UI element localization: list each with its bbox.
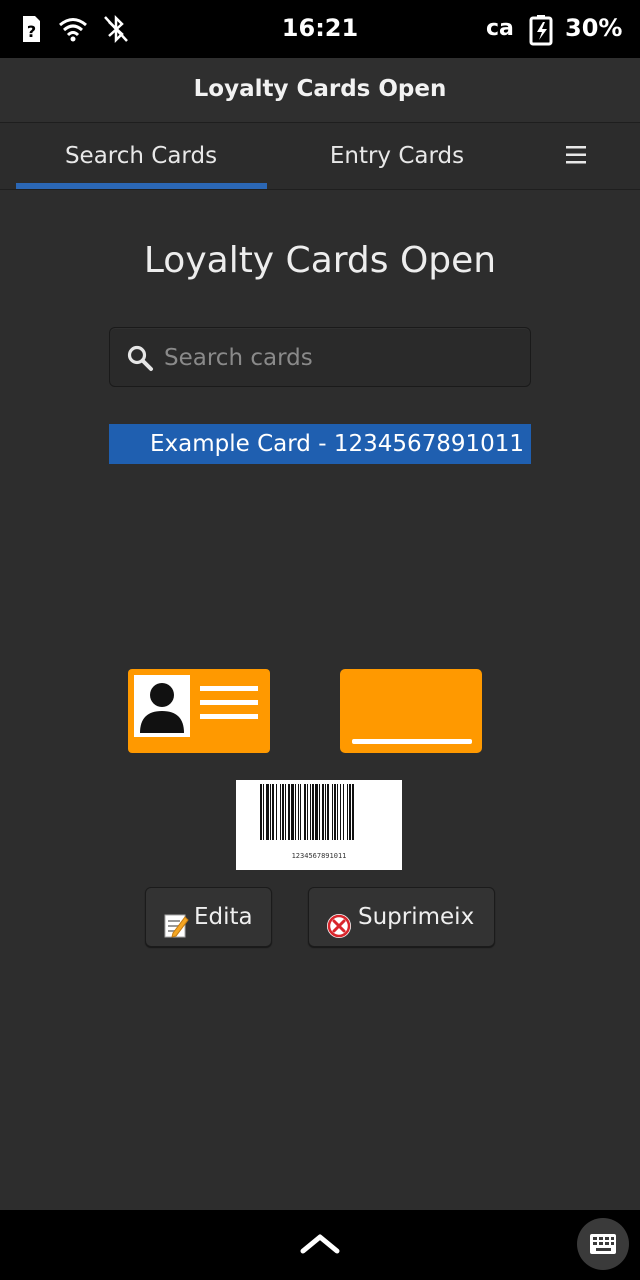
card-holder-image <box>128 669 270 753</box>
search-field[interactable] <box>109 327 531 388</box>
barcode-bar <box>276 784 277 840</box>
memo-icon <box>163 903 189 961</box>
barcode-bar <box>260 784 262 840</box>
bottom-bar <box>0 1210 640 1280</box>
barcode-bar <box>300 784 301 840</box>
tab-entry-cards[interactable]: Entry Cards <box>266 123 528 189</box>
search-input[interactable] <box>162 328 526 388</box>
page-title: Loyalty Cards Open <box>143 240 497 281</box>
tab-search-cards[interactable]: Search Cards <box>16 123 266 189</box>
tab-bar: Search Cards Entry Cards <box>0 123 640 190</box>
barcode-bar <box>304 784 306 840</box>
barcode-bar <box>280 784 281 840</box>
window-title: Loyalty Cards Open <box>0 58 640 123</box>
delete-button[interactable]: Suprimeix <box>308 887 495 947</box>
status-bar: ? 16:21 ca 30% <box>0 0 640 58</box>
barcode-bar <box>307 784 308 840</box>
keyboard-icon <box>590 1234 616 1254</box>
edit-button[interactable]: Edita <box>145 887 272 947</box>
search-cards-page: Loyalty Cards Open Example Card - 123456… <box>0 190 640 1210</box>
app-window: Loyalty Cards Open Search Cards Entry Ca… <box>0 58 640 1210</box>
barcode-bar <box>266 784 269 840</box>
barcode-bar <box>327 784 329 840</box>
card-list-item[interactable]: Example Card - 1234567891011 <box>109 424 531 464</box>
barcode-bar <box>288 784 290 840</box>
battery-charging-icon <box>528 14 556 50</box>
active-tab-indicator <box>16 183 267 189</box>
keyboard-toggle-button[interactable] <box>577 1218 629 1270</box>
barcode-bar <box>295 784 296 840</box>
barcode-bar <box>340 784 341 840</box>
barcode-bar <box>315 784 318 840</box>
barcode-bar <box>319 784 320 840</box>
barcode-bar <box>270 784 271 840</box>
barcode-bar <box>347 784 348 840</box>
barcode-bar <box>332 784 333 840</box>
chevron-up-icon[interactable] <box>300 1232 340 1260</box>
barcode-bar <box>272 784 274 840</box>
barcode-bar <box>310 784 311 840</box>
barcode-bar <box>285 784 286 840</box>
barcode-bar <box>352 784 354 840</box>
barcode-image: 1234567891011 <box>236 780 402 870</box>
barcode-bar <box>325 784 326 840</box>
barcode-bar <box>291 784 294 840</box>
search-icon <box>126 344 154 376</box>
delete-button-label: Suprimeix <box>358 904 475 930</box>
barcode-bar <box>349 784 351 840</box>
cross-icon <box>326 903 352 961</box>
barcode-number: 1234567891011 <box>291 852 347 860</box>
hamburger-menu-button[interactable] <box>556 137 596 173</box>
barcode-bar <box>263 784 264 840</box>
barcode-bar <box>298 784 299 840</box>
card-list-item-label: Example Card - 1234567891011 <box>150 431 525 457</box>
barcode-bar <box>334 784 336 840</box>
hamburger-icon <box>566 146 586 164</box>
battery-percent: 30% <box>565 14 623 42</box>
keyboard-language: ca <box>486 16 514 41</box>
barcode-bar <box>312 784 314 840</box>
barcode-bar <box>322 784 324 840</box>
card-front-image <box>340 669 482 753</box>
barcode-bar <box>282 784 284 840</box>
edit-button-label: Edita <box>194 904 253 930</box>
phone-screen: ? 16:21 ca 30% Loyalty Cards Open Search… <box>0 0 640 1280</box>
barcode-bar <box>337 784 338 840</box>
barcode-bar <box>343 784 344 840</box>
